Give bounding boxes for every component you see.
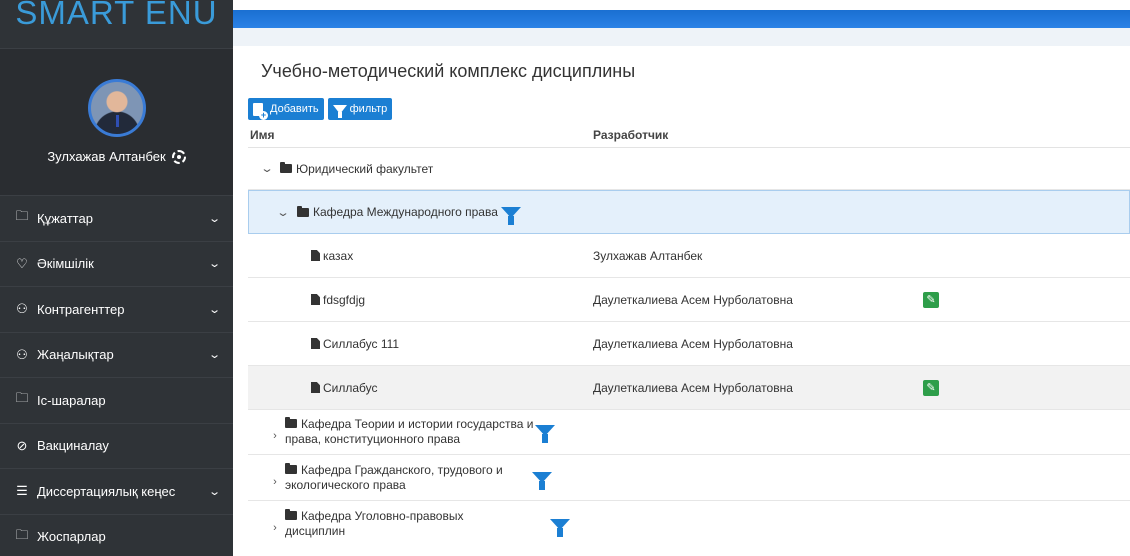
top-bar: [233, 10, 1130, 28]
table-row[interactable]: казах Зулхажав Алтанбек: [248, 234, 1130, 278]
sidebar-item-plans[interactable]: 🗀 Жоспарлар: [0, 513, 233, 556]
filter-button[interactable]: фильтр: [327, 98, 393, 120]
chevron-right-icon[interactable]: ›: [268, 476, 282, 488]
table-row[interactable]: Силлабус Даулеткалиева Асем Нурболатовна…: [248, 366, 1130, 410]
chevron-down-icon[interactable]: ⌄: [273, 206, 294, 219]
sidebar-item-vaccination[interactable]: ⊘ Вакциналау: [0, 422, 233, 469]
file-icon: [311, 338, 320, 349]
edit-icon[interactable]: ✎: [923, 291, 939, 308]
gear-icon[interactable]: [171, 149, 186, 164]
chevron-down-icon: ⌄: [207, 303, 221, 316]
file-icon: [311, 382, 320, 393]
chevron-down-icon: ⌄: [207, 258, 221, 271]
check-circle-icon: ⊘: [16, 437, 28, 453]
tree-row-faculty[interactable]: ⌄ Юридический факультет: [248, 148, 1130, 190]
users-icon: ⚇: [16, 346, 28, 362]
chevron-down-icon: ⌄: [207, 349, 221, 362]
folder-icon: [285, 509, 297, 520]
folder-icon: 🗀: [15, 208, 29, 224]
sidebar-item-documents[interactable]: 🗀 Құжаттар ⌄: [0, 195, 233, 241]
filter-icon[interactable]: [550, 518, 570, 537]
tree-row-dept[interactable]: › Кафедра Теории и истории государства и…: [248, 410, 1130, 455]
sidebar-item-dissertation[interactable]: ☰ Диссертациялық кеңес ⌄: [0, 468, 233, 514]
filter-icon[interactable]: [532, 472, 552, 490]
shield-icon: ♡: [16, 255, 28, 271]
folder-icon: [285, 417, 297, 428]
add-document-icon: [253, 102, 268, 120]
user-profile: Зулхажав Алтанбек: [0, 48, 233, 195]
file-icon: [311, 294, 320, 305]
tree-row-dept[interactable]: › Кафедра Уголовно-правовых дисциплин: [248, 501, 1130, 547]
file-icon: [311, 250, 320, 261]
sub-bar: [233, 28, 1130, 46]
filter-icon[interactable]: [535, 424, 556, 443]
sidebar-item-events[interactable]: 🗀 Іс-шаралар: [0, 377, 233, 423]
column-developer: Разработчик: [593, 127, 669, 142]
add-button[interactable]: Добавить: [248, 98, 324, 120]
folder-icon: [280, 162, 292, 173]
user-name: Зулхажав Алтанбек: [47, 149, 166, 164]
sidebar-item-news[interactable]: ⚇ Жаңалықтар ⌄: [0, 331, 233, 378]
avatar[interactable]: [87, 79, 146, 137]
sidebar-item-contractors[interactable]: ⚇ Контрагенттер ⌄: [0, 286, 233, 332]
brand-logo[interactable]: SMART ENU: [0, 0, 233, 48]
chevron-right-icon[interactable]: ›: [268, 522, 282, 534]
toolbar: Добавить фильтр: [248, 98, 1130, 120]
chevron-down-icon: ⌄: [207, 212, 221, 225]
sidebar: SMART ENU Зулхажав Алтанбек 🗀 Құжаттар ⌄ ♡…: [0, 0, 233, 556]
sidebar-nav: 🗀 Құжаттар ⌄ ♡ Әкімшілік ⌄ ⚇ Контрагенттер ⌄ ⚇…: [0, 195, 233, 556]
sidebar-item-administration[interactable]: ♡ Әкімшілік ⌄: [0, 240, 233, 287]
folder-icon: [297, 205, 309, 217]
folder-icon: [285, 462, 297, 474]
table-header: Имя Разработчик: [248, 122, 1130, 148]
table-row[interactable]: Силлабус 111 Даулеткалиева Асем Нурболат…: [248, 322, 1130, 366]
main-content: Учебно-методический комплекс дисциплины …: [248, 46, 1130, 547]
list-icon: ☰: [16, 483, 28, 499]
users-icon: ⚇: [16, 301, 28, 317]
edit-icon[interactable]: ✎: [923, 379, 939, 396]
page-title: Учебно-методический комплекс дисциплины: [261, 61, 636, 81]
column-name: Имя: [250, 127, 275, 142]
tree-row-dept-selected[interactable]: ⌄ Кафедра Международного права: [248, 190, 1130, 234]
filter-icon: [332, 104, 347, 118]
chevron-right-icon[interactable]: ›: [268, 430, 282, 442]
tree-row-dept[interactable]: › Кафедра Гражданского, трудового и экол…: [248, 455, 1130, 501]
brand-text: SMART ENU: [15, 0, 218, 31]
chevron-down-icon: ⌄: [207, 485, 221, 498]
folder-icon: 🗀: [15, 390, 29, 406]
filter-icon[interactable]: [500, 206, 521, 225]
folder-icon: 🗀: [15, 526, 29, 542]
table-row[interactable]: fdsgfdjg Даулеткалиева Асем Нурболатовна…: [248, 278, 1130, 322]
chevron-down-icon[interactable]: ⌄: [257, 162, 278, 175]
